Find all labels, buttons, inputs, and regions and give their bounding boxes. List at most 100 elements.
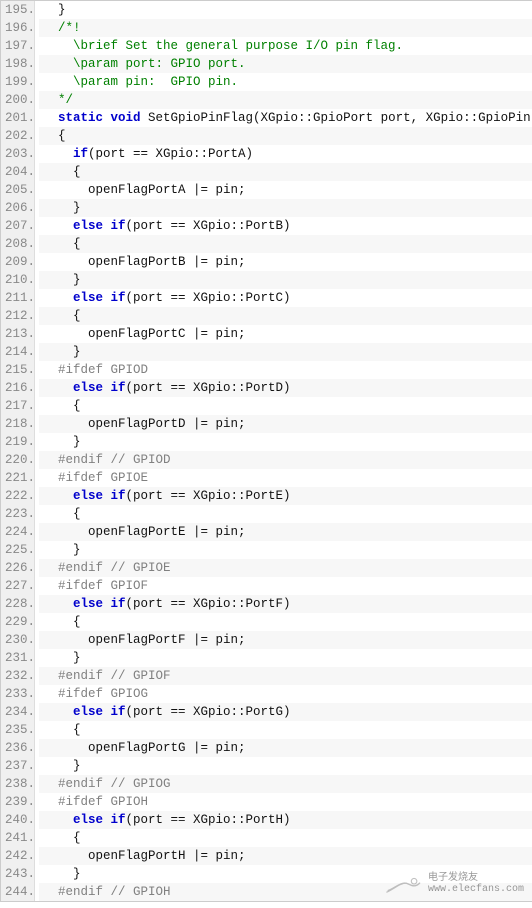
token-punc: {: [43, 399, 81, 413]
line-number: 235.: [5, 721, 28, 739]
code-area[interactable]: } /*! \brief Set the general purpose I/O…: [35, 1, 532, 901]
token-pp: #ifdef GPIOH: [43, 795, 148, 809]
code-line[interactable]: }: [39, 757, 532, 775]
code-line[interactable]: }: [39, 865, 532, 883]
line-number: 229.: [5, 613, 28, 631]
code-line[interactable]: openFlagPortA |= pin;: [39, 181, 532, 199]
line-number: 221.: [5, 469, 28, 487]
code-line[interactable]: {: [39, 397, 532, 415]
line-number: 238.: [5, 775, 28, 793]
code-line[interactable]: #endif // GPIOG: [39, 775, 532, 793]
code-line[interactable]: #ifdef GPIOH: [39, 793, 532, 811]
line-number: 204.: [5, 163, 28, 181]
code-line[interactable]: openFlagPortD |= pin;: [39, 415, 532, 433]
token-punc: }: [43, 651, 81, 665]
token-kw: else if: [73, 597, 126, 611]
line-number: 231.: [5, 649, 28, 667]
token-text: SetGpioPinFlag(XGpio::GpioPort port, XGp…: [141, 111, 532, 125]
code-line[interactable]: }: [39, 541, 532, 559]
code-line[interactable]: }: [39, 433, 532, 451]
line-number: 241.: [5, 829, 28, 847]
code-line[interactable]: {: [39, 307, 532, 325]
token-text: (port == XGpio::PortE): [126, 489, 291, 503]
code-line[interactable]: if(port == XGpio::PortA): [39, 145, 532, 163]
code-line[interactable]: else if(port == XGpio::PortF): [39, 595, 532, 613]
line-number: 197.: [5, 37, 28, 55]
token-punc: {: [43, 129, 66, 143]
code-line[interactable]: #endif // GPIOH: [39, 883, 532, 901]
token-text: [43, 147, 73, 161]
line-number: 216.: [5, 379, 28, 397]
code-line[interactable]: #endif // GPIOE: [39, 559, 532, 577]
code-line[interactable]: else if(port == XGpio::PortE): [39, 487, 532, 505]
token-text: (port == XGpio::PortC): [126, 291, 291, 305]
code-line[interactable]: else if(port == XGpio::PortD): [39, 379, 532, 397]
token-pp: #endif: [43, 885, 103, 899]
code-line[interactable]: {: [39, 613, 532, 631]
token-kw: else if: [73, 705, 126, 719]
code-line[interactable]: {: [39, 829, 532, 847]
token-text: (port == XGpio::PortD): [126, 381, 291, 395]
code-line[interactable]: #endif // GPIOF: [39, 667, 532, 685]
token-comment: // GPIOF: [103, 669, 171, 683]
code-line[interactable]: #ifdef GPIOD: [39, 361, 532, 379]
code-line[interactable]: }: [39, 271, 532, 289]
line-number: 239.: [5, 793, 28, 811]
token-text: [43, 381, 73, 395]
code-line[interactable]: }: [39, 199, 532, 217]
token-punc: {: [43, 507, 81, 521]
code-line[interactable]: openFlagPortH |= pin;: [39, 847, 532, 865]
token-pp: #ifdef GPIOE: [43, 471, 148, 485]
code-line[interactable]: else if(port == XGpio::PortB): [39, 217, 532, 235]
line-number: 210.: [5, 271, 28, 289]
token-text: openFlagPortF |= pin;: [43, 633, 246, 647]
code-line[interactable]: \param pin: GPIO pin.: [39, 73, 532, 91]
code-line[interactable]: }: [39, 1, 532, 19]
token-comment: // GPIOH: [103, 885, 171, 899]
token-punc: {: [43, 831, 81, 845]
token-kw: else if: [73, 489, 126, 503]
token-punc: {: [43, 309, 81, 323]
code-line[interactable]: }: [39, 343, 532, 361]
token-punc: }: [43, 201, 81, 215]
code-line[interactable]: }: [39, 649, 532, 667]
code-line[interactable]: */: [39, 91, 532, 109]
code-line[interactable]: #endif // GPIOD: [39, 451, 532, 469]
line-number: 236.: [5, 739, 28, 757]
code-line[interactable]: \brief Set the general purpose I/O pin f…: [39, 37, 532, 55]
code-editor[interactable]: 195.196.197.198.199.200.201.202.203.204.…: [0, 0, 532, 902]
code-line[interactable]: else if(port == XGpio::PortC): [39, 289, 532, 307]
token-text: openFlagPortE |= pin;: [43, 525, 246, 539]
code-line[interactable]: #ifdef GPIOF: [39, 577, 532, 595]
code-line[interactable]: {: [39, 163, 532, 181]
token-text: (port == XGpio::PortB): [126, 219, 291, 233]
code-line[interactable]: else if(port == XGpio::PortG): [39, 703, 532, 721]
code-line[interactable]: #ifdef GPIOG: [39, 685, 532, 703]
token-pp: #ifdef GPIOG: [43, 687, 148, 701]
code-line[interactable]: /*!: [39, 19, 532, 37]
code-line[interactable]: #ifdef GPIOE: [39, 469, 532, 487]
token-doccomment: \brief Set the general purpose I/O pin f…: [43, 39, 403, 53]
code-line[interactable]: else if(port == XGpio::PortH): [39, 811, 532, 829]
token-kw: if: [73, 147, 88, 161]
line-number: 203.: [5, 145, 28, 163]
code-line[interactable]: openFlagPortG |= pin;: [39, 739, 532, 757]
code-line[interactable]: openFlagPortF |= pin;: [39, 631, 532, 649]
token-text: openFlagPortC |= pin;: [43, 327, 246, 341]
code-line[interactable]: static void SetGpioPinFlag(XGpio::GpioPo…: [39, 109, 532, 127]
line-number-gutter: 195.196.197.198.199.200.201.202.203.204.…: [1, 1, 35, 901]
code-line[interactable]: openFlagPortC |= pin;: [39, 325, 532, 343]
code-line[interactable]: {: [39, 235, 532, 253]
code-line[interactable]: openFlagPortB |= pin;: [39, 253, 532, 271]
code-line[interactable]: {: [39, 505, 532, 523]
code-line[interactable]: {: [39, 721, 532, 739]
token-text: [43, 597, 73, 611]
line-number: 208.: [5, 235, 28, 253]
code-line[interactable]: {: [39, 127, 532, 145]
code-line[interactable]: \param port: GPIO port.: [39, 55, 532, 73]
line-number: 218.: [5, 415, 28, 433]
token-text: [43, 705, 73, 719]
token-text: openFlagPortH |= pin;: [43, 849, 246, 863]
token-pp: #ifdef GPIOD: [43, 363, 148, 377]
code-line[interactable]: openFlagPortE |= pin;: [39, 523, 532, 541]
